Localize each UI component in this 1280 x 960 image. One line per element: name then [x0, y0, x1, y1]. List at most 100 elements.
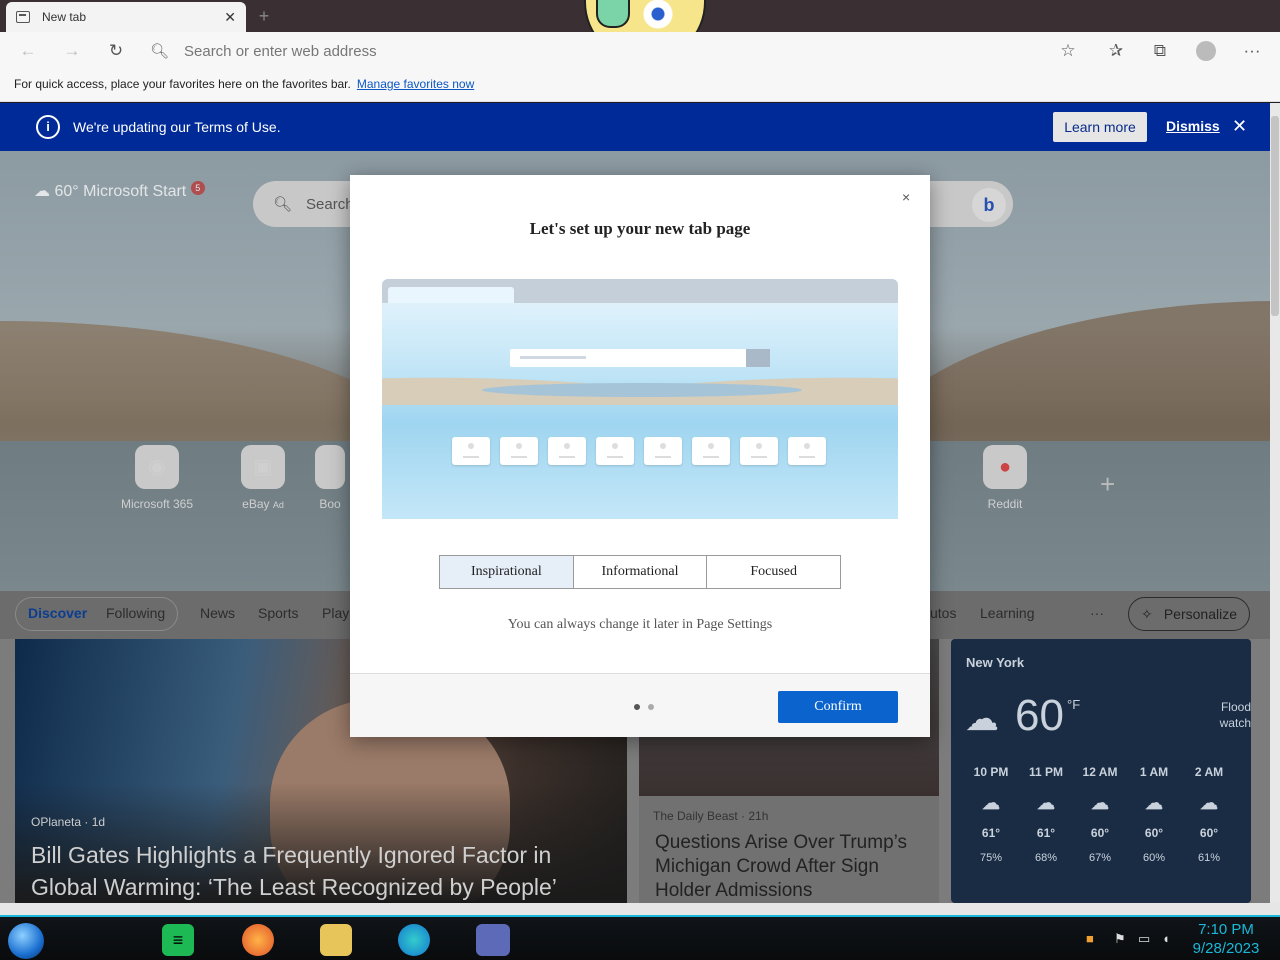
personalize-label: Personalize — [1163, 606, 1237, 622]
ebay-bag-icon: ▣ — [241, 445, 285, 489]
article-source: The Daily Beast · 21h — [653, 809, 769, 823]
settings-hint: You can always change it later in Page S… — [507, 617, 773, 632]
tab-discover[interactable]: Discover — [28, 605, 87, 621]
tile-partial[interactable]: Boo — [310, 445, 350, 511]
collections-icon[interactable]: ⧉ — [1148, 40, 1172, 62]
notification-badge[interactable]: 5 — [190, 181, 205, 195]
file-explorer-icon[interactable] — [320, 924, 352, 956]
hourly-forecast: 1 AM ☁ 60° 60% — [1129, 765, 1179, 864]
tile-label: Boo — [319, 497, 341, 511]
web-search-placeholder: Search — [306, 195, 354, 213]
add-site-icon[interactable]: + — [1100, 469, 1115, 500]
hour-temp: 61° — [1036, 826, 1056, 840]
tab-autos[interactable]: utos — [930, 605, 956, 621]
rain-icon: ☁ — [1037, 793, 1055, 813]
hour-temp: 61° — [981, 826, 1001, 840]
personalize-button[interactable]: ✧ Personalize — [1128, 597, 1250, 631]
cloud-rain-icon: ☁ — [965, 700, 999, 738]
refresh-icon[interactable]: ↻ — [104, 40, 128, 62]
tile-label: Microsoft 365 — [120, 497, 194, 511]
tab-new-tab[interactable]: New tab ✕ — [6, 2, 246, 32]
address-placeholder: Search or enter web address — [184, 42, 377, 60]
preview-tile — [740, 437, 778, 465]
tab-learning[interactable]: Learning — [980, 605, 1035, 621]
preview-tile — [596, 437, 634, 465]
tab-close-icon[interactable]: ✕ — [224, 9, 236, 26]
tile-label: eBay — [242, 497, 270, 511]
reddit-icon: ● — [983, 445, 1027, 489]
tab-news[interactable]: News — [200, 605, 235, 621]
edge-icon[interactable] — [398, 924, 430, 956]
learn-more-button[interactable]: Learn more — [1053, 112, 1147, 142]
horizontal-scrollbar[interactable] — [0, 903, 1280, 915]
article-title[interactable]: Questions Arise Over Trump’s Michigan Cr… — [655, 831, 925, 903]
brand-name: Microsoft Start — [83, 183, 187, 200]
new-tab-button[interactable]: + — [254, 6, 274, 26]
address-bar[interactable]: 🔍︎ Search or enter web address — [150, 38, 1050, 64]
microsoft-start-header[interactable]: ☁ 60° Microsoft Start 5 — [34, 181, 205, 201]
preview-hills — [482, 383, 802, 397]
add-favorite-icon[interactable]: ☆ — [1056, 40, 1080, 62]
flood-watch-alert[interactable]: Flood watch — [1189, 699, 1251, 731]
firefox-icon[interactable] — [242, 924, 274, 956]
search-icon: 🔍︎ — [150, 43, 170, 60]
preview-tile — [548, 437, 586, 465]
spotify-icon[interactable]: ≡ — [162, 924, 194, 956]
tile-microsoft-365[interactable]: ◉ Microsoft 365 — [112, 445, 202, 511]
hour-humidity: 60% — [1142, 852, 1166, 864]
tile-reddit[interactable]: ● Reddit — [960, 445, 1050, 511]
search-icon: 🔍︎ — [273, 196, 293, 213]
preview-tile — [500, 437, 538, 465]
dismiss-link[interactable]: Dismiss — [1166, 118, 1220, 134]
layout-preview-image — [382, 279, 898, 519]
weather-temp: 60 — [1015, 691, 1064, 740]
manage-favorites-link[interactable]: Manage favorites now — [357, 77, 474, 91]
taskbar: ≡ ■ ⚑ ▭ ◖ 7:10 PM 9/28/2023 — [0, 915, 1280, 960]
hour-humidity: 61% — [1197, 852, 1221, 864]
start-orb-icon[interactable] — [8, 923, 44, 959]
settings-more-icon[interactable]: ··· — [1240, 40, 1264, 62]
tab-page-icon — [16, 11, 30, 23]
option-focused[interactable]: Focused — [707, 556, 840, 588]
rain-icon: ☁ — [1091, 793, 1109, 813]
microsoft-365-icon: ◉ — [135, 445, 179, 489]
network-icon[interactable]: ▭ — [1138, 931, 1150, 947]
profile-avatar[interactable] — [1194, 40, 1218, 62]
forward-icon[interactable]: → — [60, 40, 84, 62]
tab-sports[interactable]: Sports — [258, 605, 298, 621]
tray-app-icon[interactable]: ■ — [1086, 931, 1094, 946]
tab-following[interactable]: Following — [106, 605, 165, 621]
option-informational[interactable]: Informational — [574, 556, 708, 588]
personalize-icon: ✧ — [1141, 606, 1153, 622]
confirm-button[interactable]: Confirm — [778, 691, 898, 723]
page-dot — [648, 704, 654, 710]
clock-date: 9/28/2023 — [1192, 940, 1260, 957]
tab-play[interactable]: Play — [322, 605, 349, 621]
hourly-forecast: 10 PM ☁ 61° 75% — [966, 765, 1016, 864]
bing-chat-icon[interactable]: b — [972, 188, 1006, 222]
preview-search-button — [746, 349, 770, 367]
hour-time: 12 AM — [1082, 765, 1118, 779]
back-icon[interactable]: ← — [16, 40, 40, 62]
layout-options: Inspirational Informational Focused — [439, 555, 841, 589]
preview-tile — [452, 437, 490, 465]
clock-time: 7:10 PM — [1198, 921, 1254, 938]
app-window-icon[interactable] — [476, 924, 510, 956]
system-clock[interactable]: 7:10 PM 9/28/2023 — [1186, 920, 1266, 958]
weather-cloud-icon: ☁ — [34, 183, 50, 200]
weather-location[interactable]: New York — [966, 655, 1024, 670]
flag-icon[interactable]: ⚑ — [1114, 931, 1126, 947]
vertical-scroll-thumb[interactable] — [1271, 116, 1279, 316]
weather-card[interactable]: New York ☁ 60 °F Flood watch 10 PM ☁ 61° 75… — [951, 639, 1251, 903]
hourly-forecast: 11 PM ☁ 61° 68% — [1021, 765, 1071, 864]
favorites-icon[interactable]: ✰ — [1104, 40, 1128, 62]
option-inspirational[interactable]: Inspirational — [440, 556, 574, 588]
tile-ebay[interactable]: ▣ eBay Ad — [218, 445, 308, 511]
preview-tile — [644, 437, 682, 465]
tile-icon — [315, 445, 345, 489]
dialog-close-icon[interactable]: × — [902, 189, 910, 205]
volume-icon[interactable]: ◖ — [1162, 931, 1170, 946]
more-tabs-icon[interactable]: ··· — [1090, 605, 1104, 621]
banner-close-icon[interactable]: ✕ — [1232, 116, 1247, 137]
article-title[interactable]: Bill Gates Highlights a Frequently Ignor… — [31, 839, 611, 903]
